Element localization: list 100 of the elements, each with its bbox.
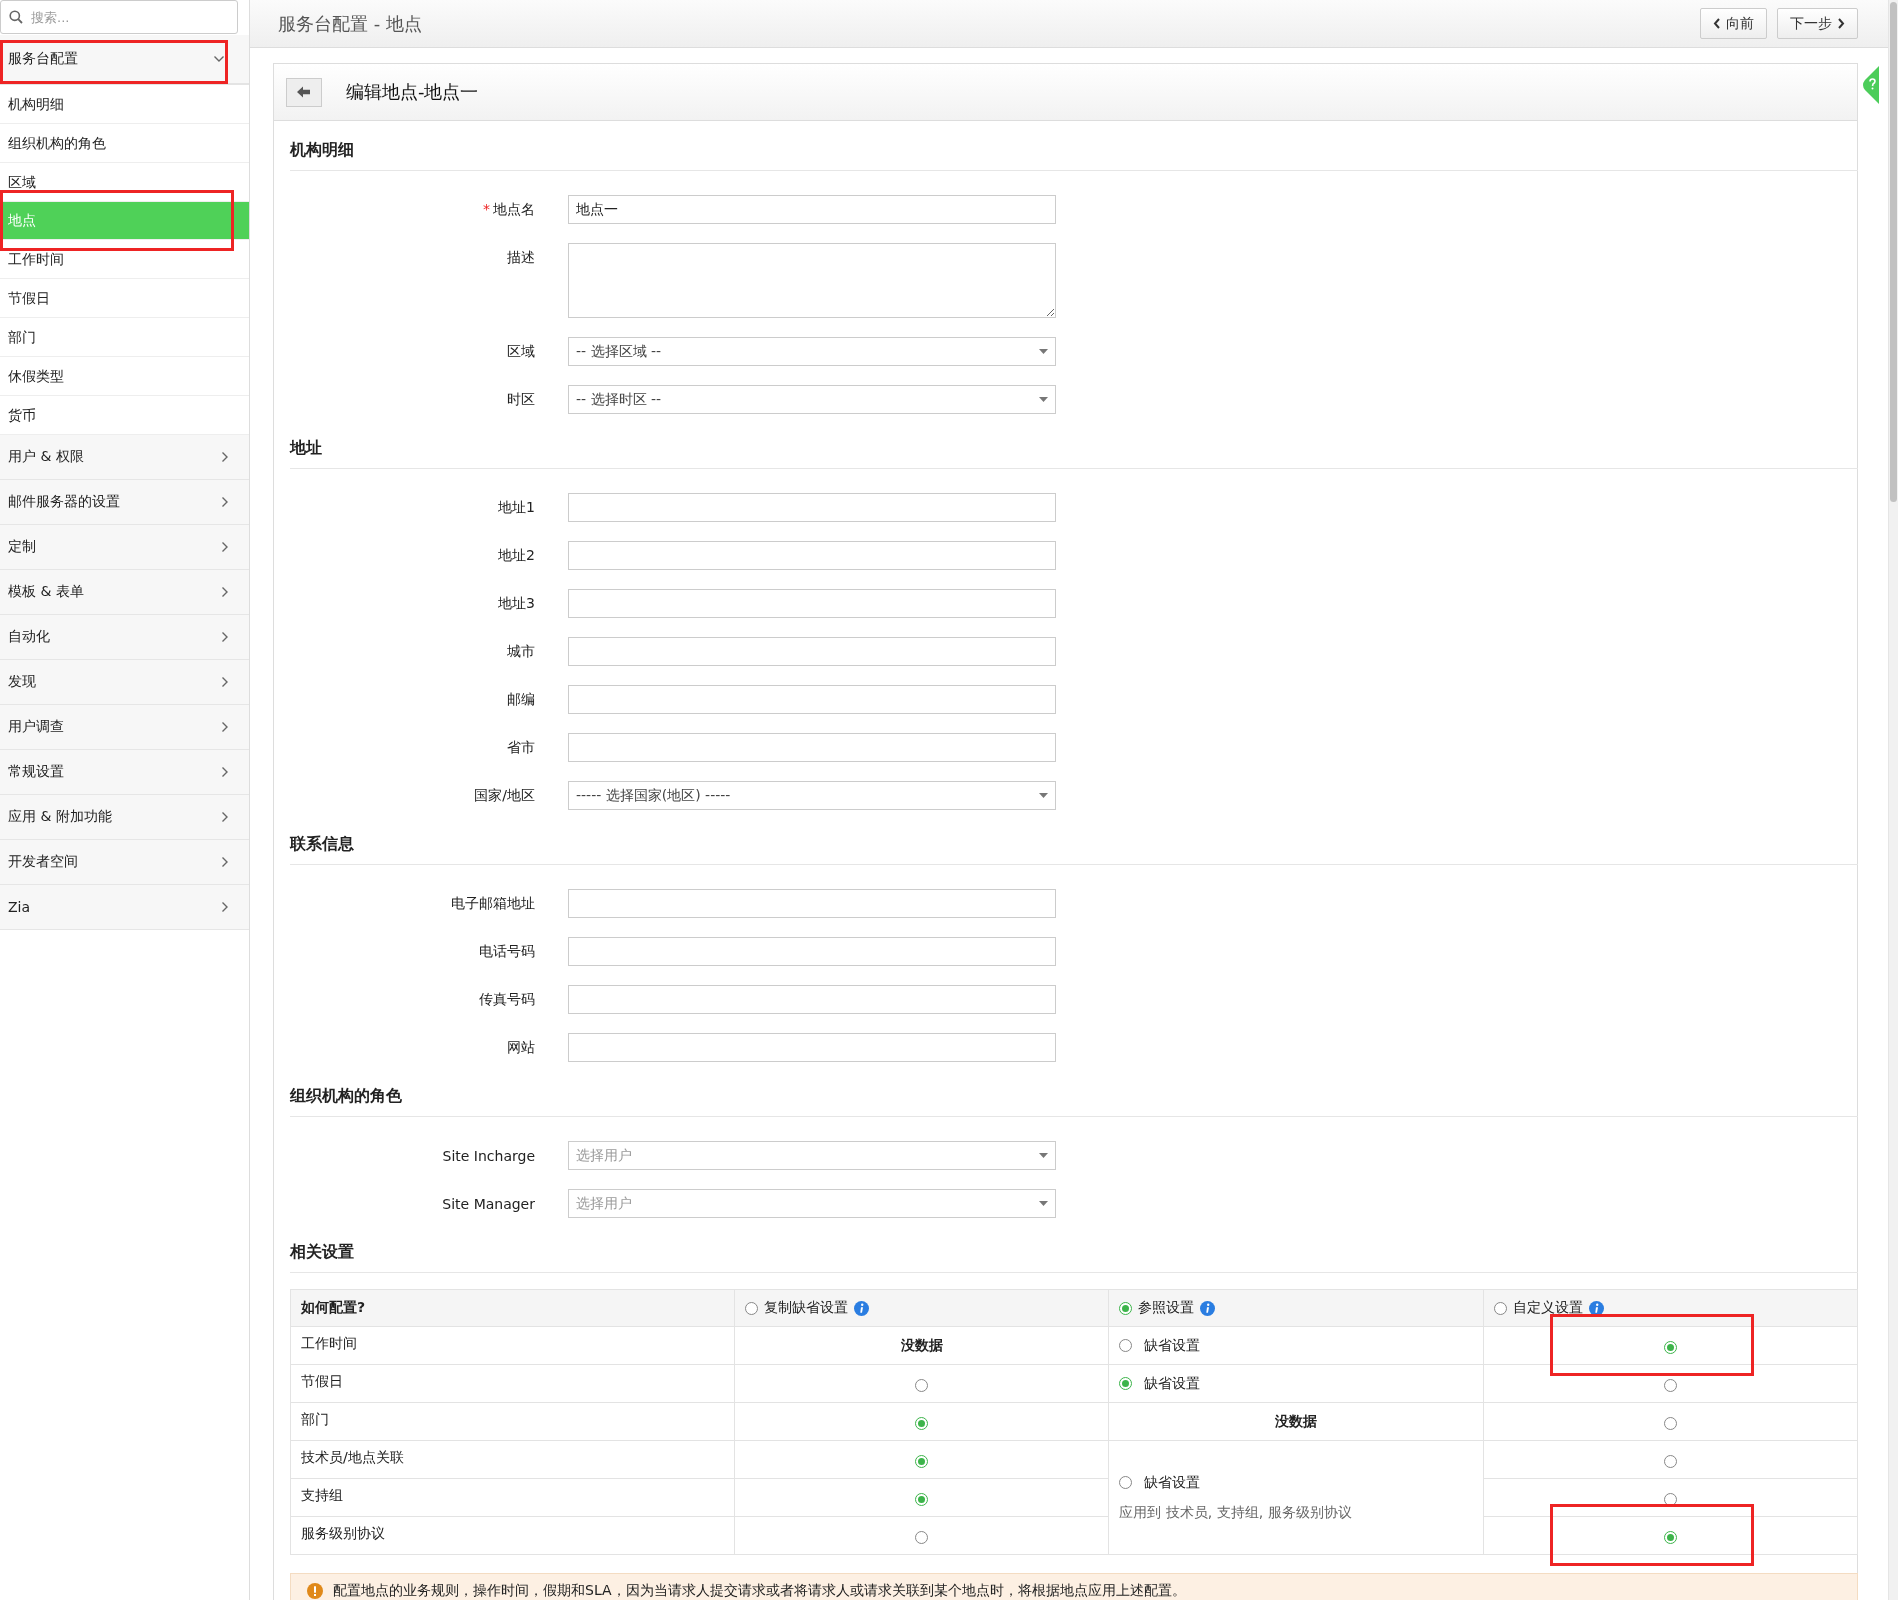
field-label: Site Manager — [442, 1195, 535, 1212]
text-field[interactable] — [568, 589, 1056, 618]
sidebar-group-label: 邮件服务器的设置 — [8, 493, 120, 511]
sidebar-group[interactable]: 用户调查 — [0, 705, 249, 750]
section-title: 相关设置 — [290, 1240, 1858, 1273]
sidebar-group-label: Zia — [8, 899, 31, 915]
radio-button[interactable] — [1663, 1378, 1677, 1392]
radio-button[interactable] — [745, 1301, 758, 1315]
radio-button[interactable] — [915, 1492, 929, 1506]
sidebar-group[interactable]: 开发者空间 — [0, 840, 249, 885]
caret-icon — [1039, 349, 1048, 354]
text-field[interactable] — [568, 685, 1056, 714]
radio-button[interactable] — [915, 1454, 929, 1468]
sidebar-item[interactable]: 工作时间 — [0, 240, 249, 279]
previous-button[interactable]: 向前 — [1700, 8, 1767, 39]
sidebar-group[interactable]: 模板 & 表单 — [0, 570, 249, 615]
dropdown[interactable]: -- 选择区域 -- — [568, 337, 1056, 366]
sidebar-item[interactable]: 部门 — [0, 318, 249, 357]
table-cell: 没数据 — [1275, 1412, 1317, 1429]
field-label: 网站 — [507, 1038, 535, 1055]
caret-icon — [1039, 793, 1048, 798]
sidebar-group[interactable]: 自动化 — [0, 615, 249, 660]
radio-button[interactable] — [1663, 1530, 1677, 1544]
radio-button[interactable] — [1493, 1301, 1507, 1315]
chevron-icon — [221, 496, 229, 508]
sidebar-group[interactable]: 发现 — [0, 660, 249, 705]
panel-title: 编辑地点-地点一 — [346, 80, 479, 104]
sidebar-group[interactable]: 用户 & 权限 — [0, 435, 249, 480]
radio-button[interactable] — [1663, 1340, 1677, 1354]
radio-button[interactable] — [915, 1416, 929, 1430]
scrollbar[interactable] — [1888, 0, 1898, 1600]
chevron-icon — [221, 721, 229, 733]
text-field[interactable] — [568, 889, 1056, 918]
sidebar-group[interactable]: 常规设置 — [0, 750, 249, 795]
field-label: Site Incharge — [442, 1147, 535, 1164]
sidebar-group-label: 开发者空间 — [8, 853, 78, 871]
row-label: 支持组 — [301, 1487, 343, 1503]
section-title: 机构明细 — [290, 138, 1858, 171]
chevron-icon — [221, 856, 229, 868]
text-field[interactable] — [568, 733, 1056, 762]
scrollbar-thumb[interactable] — [1890, 2, 1897, 502]
column-header: 复制缺省设置 — [764, 1299, 848, 1317]
radio-button[interactable] — [1119, 1301, 1133, 1315]
sidebar-item[interactable]: 休假类型 — [0, 357, 249, 396]
text-field[interactable]: 地点一 — [568, 195, 1056, 224]
radio-button[interactable] — [915, 1530, 929, 1544]
chevron-right-icon — [1837, 18, 1845, 29]
row-label: 服务级别协议 — [301, 1525, 385, 1541]
sidebar-group-label: 模板 & 表单 — [8, 583, 84, 601]
sidebar-group[interactable]: Zia — [0, 885, 249, 930]
text-field[interactable] — [568, 541, 1056, 570]
radio-button[interactable] — [1663, 1416, 1677, 1430]
next-button[interactable]: 下一步 — [1777, 8, 1858, 39]
sidebar-group[interactable]: 定制 — [0, 525, 249, 570]
text-field[interactable] — [568, 985, 1056, 1014]
back-button[interactable] — [286, 77, 322, 107]
field-label: 地址2 — [498, 546, 535, 563]
radio-button[interactable] — [1119, 1377, 1133, 1390]
text-field[interactable] — [568, 1033, 1056, 1062]
row-label: 节假日 — [301, 1373, 343, 1389]
radio-button[interactable] — [1663, 1454, 1677, 1468]
field-label: 描述 — [507, 249, 535, 265]
radio-button[interactable] — [1119, 1339, 1133, 1352]
sidebar-group[interactable]: 邮件服务器的设置 — [0, 480, 249, 525]
sidebar-item[interactable]: 节假日 — [0, 279, 249, 318]
radio-button[interactable] — [1119, 1476, 1133, 1489]
column-header: 参照设置 — [1138, 1299, 1195, 1317]
column-header: 如何配置? — [301, 1299, 366, 1317]
sidebar-group-label: 用户调查 — [8, 718, 64, 736]
sidebar-header-label: 服务台配置 — [8, 50, 78, 68]
sidebar-group-label: 发现 — [8, 673, 36, 691]
text-field[interactable] — [568, 637, 1056, 666]
field-label: 国家/地区 — [474, 786, 535, 803]
search-icon — [9, 10, 23, 24]
info-icon — [854, 1300, 869, 1316]
text-field[interactable] — [568, 937, 1056, 966]
radio-button[interactable] — [915, 1378, 929, 1392]
info-icon — [1588, 1300, 1604, 1316]
row-label: 部门 — [301, 1411, 329, 1427]
caret-icon — [1039, 397, 1048, 402]
chevron-icon — [221, 631, 229, 643]
sidebar-item[interactable]: 机构明细 — [0, 85, 249, 124]
field-label: 区域 — [507, 342, 535, 359]
text-field[interactable] — [568, 493, 1056, 522]
search-field[interactable]: 搜索... — [0, 0, 238, 34]
option-label: 缺省设置 — [1144, 1374, 1201, 1393]
text-area[interactable] — [568, 243, 1056, 318]
section-title: 地址 — [290, 436, 1858, 469]
sidebar-group[interactable]: 应用 & 附加功能 — [0, 795, 249, 840]
option-label: 缺省设置 — [1144, 1336, 1201, 1355]
notice-text: 配置地点的业务规则，操作时间，假期和SLA，因为当请求人提交请求或者将请求人或请求关联到某个地点时，将根据地点应用上述配置。 — [333, 1582, 1186, 1600]
info-icon — [1200, 1300, 1216, 1316]
option-note: 应用到 技术员, 支持组, 服务级别协议 — [1119, 1503, 1353, 1522]
chevron-icon — [221, 676, 229, 688]
dropdown[interactable]: ----- 选择国家(地区) ----- — [568, 781, 1056, 810]
row-label: 技术员/地点关联 — [301, 1449, 404, 1465]
sidebar-item[interactable]: 组织机构的角色 — [0, 124, 249, 163]
sidebar-group-label: 自动化 — [8, 628, 50, 646]
page-title: 服务台配置 - 地点 — [278, 11, 422, 36]
dropdown[interactable]: -- 选择时区 -- — [568, 385, 1056, 414]
